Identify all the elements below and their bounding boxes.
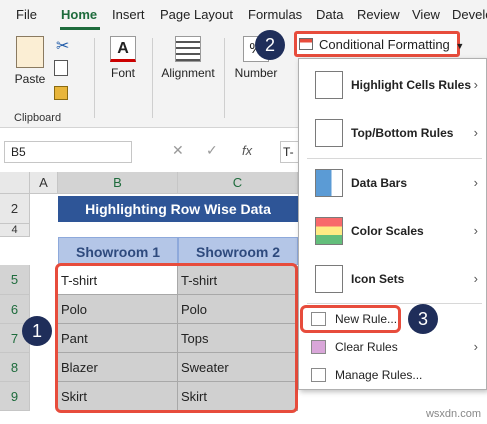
conditional-formatting-label: Conditional Formatting [319, 37, 450, 52]
ribbon-separator [224, 38, 225, 118]
top-bottom-icon [315, 119, 343, 147]
chevron-right-icon: › [473, 223, 478, 238]
eraser-icon [311, 340, 326, 354]
highlight-cells-icon [315, 71, 343, 99]
alignment-icon [175, 36, 201, 62]
chevron-right-icon: › [473, 271, 478, 286]
enter-icon[interactable]: ✓ [206, 142, 218, 159]
number-label: Number [234, 66, 278, 80]
menu-bar: File Home Insert Page Layout Formulas Da… [0, 0, 487, 30]
alignment-button[interactable]: Alignment [157, 36, 219, 80]
color-scales-icon [315, 217, 343, 245]
row-header[interactable]: 2 [0, 194, 30, 224]
menu-item-label: Data Bars [351, 176, 408, 190]
cancel-icon[interactable]: ✕ [172, 142, 184, 159]
row-header[interactable]: 4 [0, 224, 30, 237]
chevron-right-icon: › [473, 175, 478, 190]
watermark: wsxdn.com [425, 408, 481, 420]
copy-icon[interactable] [54, 60, 68, 76]
fx-icon[interactable]: fx [242, 143, 252, 158]
paste-label: Paste [14, 72, 46, 86]
alignment-label: Alignment [161, 66, 215, 80]
font-icon: A [110, 36, 136, 62]
menu-item-label: Highlight Cells Rules [351, 78, 472, 92]
menu-item-icon-sets[interactable]: Icon Sets › [299, 265, 487, 295]
menu-item-manage-rules[interactable]: Manage Rules... [299, 365, 487, 387]
cut-icon[interactable]: ✂ [56, 36, 69, 56]
column-header-a[interactable]: A [30, 172, 58, 194]
column-heading-showroom-2: Showroom 2 [178, 237, 298, 265]
menu-item-label: Clear Rules [335, 340, 398, 354]
tab-review[interactable]: Review [357, 7, 400, 22]
menu-item-top-bottom-rules[interactable]: Top/Bottom Rules › [299, 119, 487, 149]
table-title: Highlighting Row Wise Data [58, 196, 298, 222]
menu-item-label: Color Scales [351, 224, 424, 238]
menu-item-color-scales[interactable]: Color Scales › [299, 217, 487, 247]
tab-page-layout[interactable]: Page Layout [160, 7, 233, 22]
formula-controls: ✕ ✓ fx [150, 141, 290, 163]
manage-rules-icon [311, 368, 326, 382]
menu-item-label: Manage Rules... [335, 368, 423, 382]
selected-range-highlight [55, 263, 298, 413]
name-box[interactable]: B5 [4, 141, 132, 163]
menu-separator [307, 303, 482, 304]
conditional-formatting-button[interactable]: Conditional Formatting ▼ [294, 31, 464, 57]
step-badge-3: 3 [408, 304, 438, 334]
tab-view[interactable]: View [412, 7, 440, 22]
column-header-b[interactable]: B [58, 172, 178, 194]
tab-developer[interactable]: Develo [452, 7, 487, 22]
select-all-corner[interactable] [0, 172, 30, 194]
tab-data[interactable]: Data [316, 7, 343, 22]
ribbon-separator [152, 38, 153, 118]
conditional-formatting-icon [299, 38, 313, 50]
tab-insert[interactable]: Insert [112, 7, 145, 22]
menu-item-label: Icon Sets [351, 272, 405, 286]
chevron-right-icon: › [473, 125, 478, 140]
column-header-c[interactable]: C [178, 172, 298, 194]
chevron-right-icon: › [473, 77, 478, 92]
paste-icon [16, 36, 44, 68]
icon-sets-icon [315, 265, 343, 293]
row-header[interactable]: 8 [0, 353, 30, 382]
conditional-formatting-menu: Highlight Cells Rules › Top/Bottom Rules… [298, 58, 487, 390]
tab-home[interactable]: Home [61, 7, 97, 22]
menu-item-label: Top/Bottom Rules [351, 126, 454, 140]
font-label: Font [110, 66, 135, 80]
format-painter-icon[interactable] [54, 86, 68, 100]
paste-button[interactable]: Paste [12, 36, 48, 86]
data-bars-icon [315, 169, 343, 197]
chevron-right-icon: › [473, 339, 478, 354]
tab-file[interactable]: File [16, 7, 37, 22]
menu-item-clear-rules[interactable]: Clear Rules › [299, 337, 487, 359]
font-button[interactable]: A Font [103, 36, 143, 80]
column-heading-showroom-1: Showroom 1 [58, 237, 178, 265]
menu-item-data-bars[interactable]: Data Bars › [299, 169, 487, 199]
clipboard-group-label: Clipboard [14, 112, 62, 124]
new-rule-highlight [300, 305, 401, 333]
step-badge-2: 2 [255, 30, 285, 60]
row-header[interactable]: 9 [0, 382, 30, 411]
row-header[interactable]: 5 [0, 265, 30, 295]
step-badge-1: 1 [22, 316, 52, 346]
tab-formulas[interactable]: Formulas [248, 7, 302, 22]
ribbon-separator [94, 38, 95, 118]
menu-separator [307, 158, 482, 159]
chevron-down-icon: ▼ [455, 41, 465, 51]
menu-item-highlight-cells-rules[interactable]: Highlight Cells Rules › [299, 71, 487, 101]
